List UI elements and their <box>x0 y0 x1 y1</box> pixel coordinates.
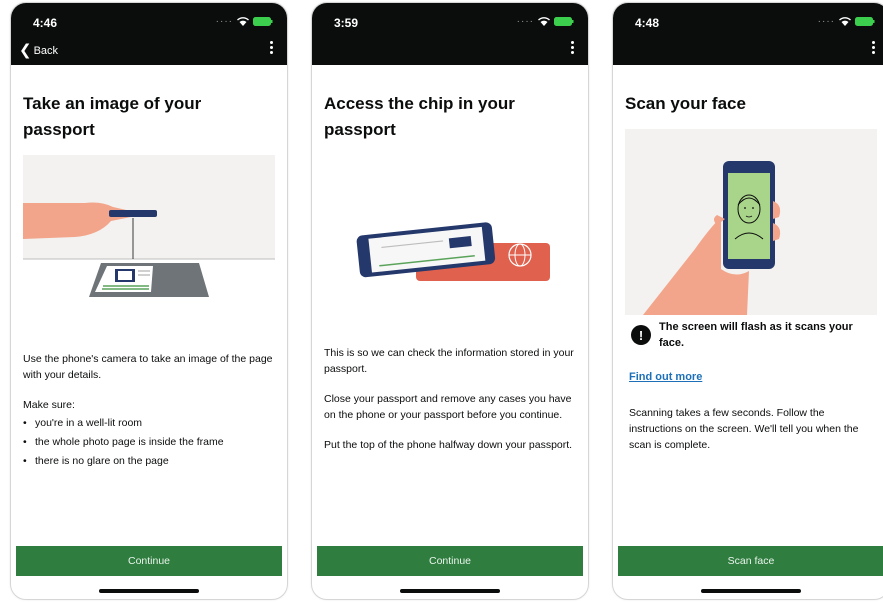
top-bar: 4:46 ···· ❮ Back <box>11 3 287 65</box>
page-title: Access the chip in your passport <box>324 94 515 139</box>
signal-icon: ···· <box>516 16 534 27</box>
warning-callout: ! The screen will flash as it scans your… <box>631 319 871 351</box>
warning-text: The screen will flash as it scans your f… <box>659 321 853 349</box>
instructions: Use the phone's camera to take an image … <box>23 351 278 472</box>
battery-icon <box>253 17 273 26</box>
page-title: Take an image of your passport <box>23 94 202 139</box>
back-button[interactable]: ❮ Back <box>19 43 58 58</box>
status-time: 4:48 <box>635 16 660 30</box>
status-icons: ···· <box>216 16 273 27</box>
list-item: you're in a well-lit room <box>23 415 278 431</box>
status-time: 4:46 <box>33 16 58 30</box>
chevron-left-icon: ❮ <box>19 42 32 59</box>
wifi-icon <box>839 17 851 26</box>
screen-access-chip: 3:59 ···· Access the chip in your passpo… <box>311 2 589 600</box>
battery-icon <box>554 17 574 26</box>
list-item: there is no glare on the page <box>23 453 278 469</box>
screen-take-image: 4:46 ···· ❮ Back Take an image of your p… <box>10 2 288 600</box>
status-time: 3:59 <box>334 16 359 30</box>
wifi-icon <box>237 17 249 26</box>
chip-illustration <box>324 151 576 331</box>
find-out-more-link[interactable]: Find out more <box>629 371 702 383</box>
scan-face-button[interactable]: Scan face <box>618 546 883 576</box>
home-indicator <box>400 589 500 593</box>
wifi-icon <box>538 17 550 26</box>
make-sure-label: Make sure: <box>23 399 75 411</box>
instructions: Scanning takes a few seconds. Follow the… <box>629 405 879 461</box>
more-menu-icon[interactable] <box>569 41 575 57</box>
top-bar: 4:48 ···· <box>613 3 883 65</box>
list-item: the whole photo page is inside the frame <box>23 434 278 450</box>
face-scan-illustration <box>625 129 877 315</box>
paragraph: Put the top of the phone halfway down yo… <box>324 439 573 451</box>
paragraph: Scanning takes a few seconds. Follow the… <box>629 407 859 451</box>
home-indicator <box>99 589 199 593</box>
paragraph: This is so we can check the information … <box>324 347 574 375</box>
battery-icon <box>855 17 875 26</box>
screen-scan-face: 4:48 ···· Scan your face ! The screen wi… <box>612 2 883 600</box>
status-icons: ···· <box>517 16 574 27</box>
instructions: This is so we can check the information … <box>324 345 579 461</box>
exclamation-icon: ! <box>631 325 651 345</box>
signal-icon: ···· <box>215 16 233 27</box>
continue-button[interactable]: Continue <box>317 546 583 576</box>
paragraph: Close your passport and remove any cases… <box>324 393 572 421</box>
home-indicator <box>701 589 801 593</box>
continue-button[interactable]: Continue <box>16 546 282 576</box>
signal-icon: ···· <box>817 16 835 27</box>
top-bar: 3:59 ···· <box>312 3 588 65</box>
back-label: Back <box>33 44 59 57</box>
checklist: you're in a well-lit room the whole phot… <box>23 415 278 469</box>
more-menu-icon[interactable] <box>870 41 876 57</box>
passport-photo-illustration <box>23 155 275 339</box>
page-title: Scan your face <box>625 94 746 113</box>
paragraph: Use the phone's camera to take an image … <box>23 353 273 381</box>
status-icons: ···· <box>818 16 875 27</box>
more-menu-icon[interactable] <box>268 41 274 57</box>
